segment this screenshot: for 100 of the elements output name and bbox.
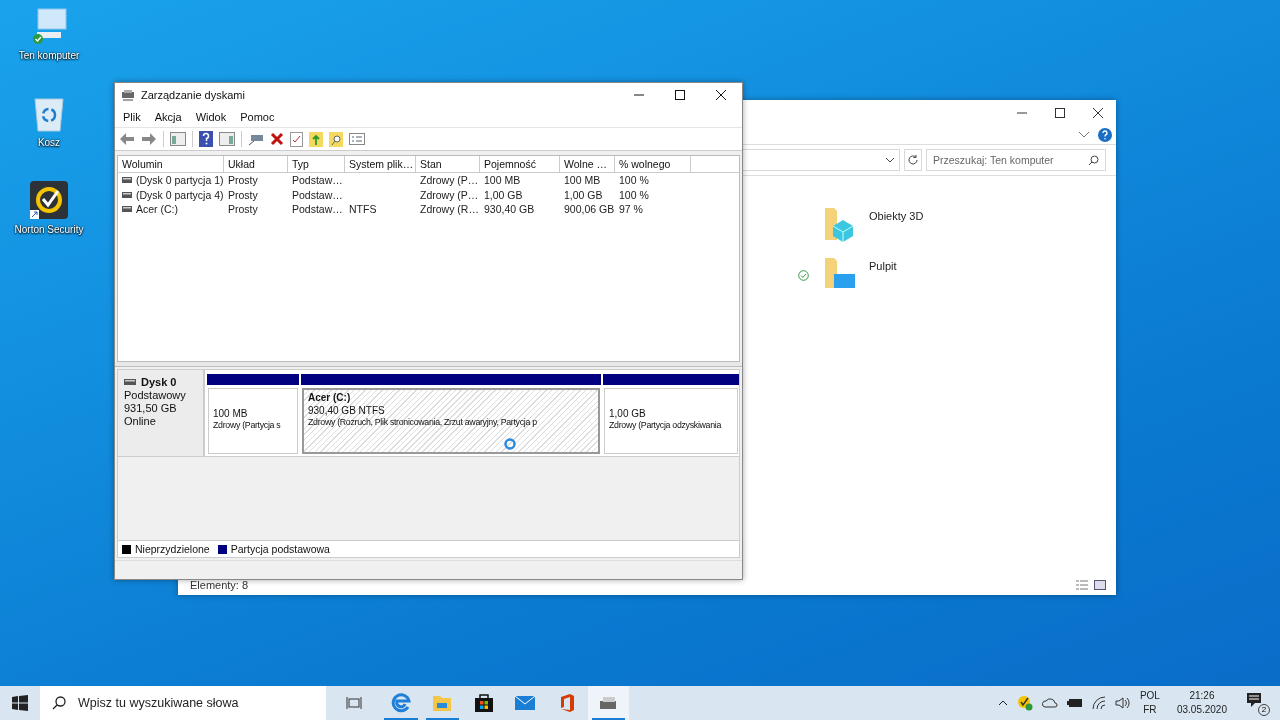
keyboard-layout: FR (1143, 703, 1157, 717)
column-header[interactable]: Układ (224, 156, 288, 172)
envelope-icon (515, 695, 536, 711)
time: 21:26 (1189, 689, 1215, 703)
office-icon (558, 693, 575, 713)
table-cell: Zdrowy (R… (420, 203, 479, 216)
task-view-icon[interactable] (346, 696, 362, 710)
properties-icon[interactable] (349, 133, 365, 145)
notification-count: 2 (1258, 704, 1270, 716)
partition-block[interactable]: 100 MB Zdrowy (Partycja s (208, 388, 298, 454)
column-header[interactable]: Wolumin (118, 156, 224, 172)
back-arrow-icon[interactable] (119, 132, 135, 146)
partition-block[interactable]: Acer (C:) 930,40 GB NTFS Zdrowy (Rozruch, Plik stronicowania, Zrzut awaryjny, Partycja p (302, 388, 600, 454)
date: 03.05.2020 (1176, 703, 1227, 717)
column-header[interactable]: Wolne … (560, 156, 615, 172)
column-header[interactable]: System plik… (345, 156, 416, 172)
partition-status: Zdrowy (Partycja odzyskiwania (609, 420, 723, 430)
item-count: Elementy: 8 (190, 579, 249, 591)
chevron-down-icon[interactable] (1078, 131, 1090, 139)
menu-item[interactable]: Akcja (154, 111, 182, 123)
windows-logo-icon (12, 695, 28, 711)
folder-label[interactable]: Pulpit (869, 260, 897, 272)
folder-icon (432, 694, 453, 712)
maximize-icon[interactable] (1054, 107, 1066, 119)
table-cell: 100 % (619, 188, 649, 201)
refresh-button[interactable] (904, 149, 922, 171)
disk-type: Podstawowy (124, 389, 187, 401)
forward-arrow-icon[interactable] (141, 132, 157, 146)
search-icon (52, 696, 66, 710)
table-cell: Acer (C:) (136, 203, 178, 216)
norton-tray-icon[interactable] (1016, 695, 1033, 711)
disk-icon (124, 379, 136, 385)
volume-icon (122, 206, 132, 213)
folder-label[interactable]: Obiekty 3D (869, 210, 924, 222)
menu-item[interactable]: Widok (195, 111, 227, 123)
wifi-icon[interactable] (1091, 696, 1106, 710)
folder-desktop-icon[interactable] (823, 256, 855, 290)
table-cell: 100 % (619, 174, 649, 187)
norton-shield-icon[interactable] (29, 180, 69, 220)
speaker-icon[interactable] (1114, 696, 1131, 710)
table-cell: (Dysk 0 partycja 1) (136, 174, 224, 187)
table-cell: 97 % (619, 203, 643, 216)
action-pane-icon[interactable] (219, 132, 235, 146)
folder-up-icon[interactable] (309, 131, 323, 147)
table-cell: Prosty (228, 174, 258, 187)
connect-drive-icon[interactable] (248, 132, 264, 146)
disk-management-icon (121, 89, 135, 101)
close-icon[interactable] (1092, 107, 1104, 119)
shopping-bag-icon (473, 693, 494, 713)
partition-status: Zdrowy (Partycja s (213, 420, 282, 430)
clock[interactable]: 21:26 03.05.2020 (1176, 689, 1227, 717)
close-icon[interactable] (715, 89, 727, 101)
legend-label: Partycja podstawowa (230, 543, 330, 555)
tiles-view-icon[interactable] (1094, 580, 1106, 590)
column-header[interactable]: Typ (288, 156, 345, 172)
search-input[interactable]: Wpisz tu wyszukiwane słowa (76, 688, 326, 718)
disk-status: Online (124, 415, 157, 427)
partition-size: 930,40 GB NTFS (308, 405, 386, 416)
help-icon[interactable] (1098, 128, 1112, 142)
table-cell: 1,00 GB (484, 188, 523, 201)
partition-block[interactable]: 1,00 GB Zdrowy (Partycja odzyskiwania (604, 388, 738, 454)
table-cell: 900,06 GB (564, 203, 615, 216)
table-cell: Podstaw… (292, 174, 343, 187)
notification-icon[interactable] (1246, 692, 1262, 708)
column-header[interactable]: Pojemność (480, 156, 560, 172)
partition-size: 1,00 GB (609, 408, 647, 419)
chevron-up-icon[interactable] (997, 700, 1008, 706)
table-cell: 100 MB (484, 174, 521, 187)
disk-name: Dysk 0 (141, 376, 177, 388)
column-header[interactable]: Stan (416, 156, 480, 172)
table-cell: 1,00 GB (564, 188, 603, 201)
partition-title: Acer (C:) (308, 392, 352, 404)
menu-item[interactable]: Plik (123, 111, 141, 123)
table-cell: 100 MB (564, 174, 601, 187)
search-icon (1088, 154, 1099, 166)
window-title: Zarządzanie dyskami (141, 89, 245, 101)
battery-icon[interactable] (1066, 698, 1083, 708)
partition-size: 100 MB (213, 408, 249, 419)
edge-e-icon (390, 693, 411, 713)
checklist-icon[interactable] (290, 131, 303, 147)
search-field[interactable]: Przeszukaj: Ten komputer (926, 149, 1106, 171)
menu-item[interactable]: Pomoc (240, 111, 275, 123)
volume-icon (122, 191, 132, 198)
maximize-icon[interactable] (674, 89, 686, 101)
legend-label: Nieprzydzielone (135, 543, 210, 555)
table-cell: NTFS (349, 203, 377, 216)
console-tree-icon[interactable] (170, 132, 186, 146)
table-cell: 930,40 GB (484, 203, 535, 216)
folder-search-icon[interactable] (329, 131, 343, 147)
language-indicator[interactable]: POL FR (1139, 689, 1160, 717)
search-box[interactable]: Wpisz tu wyszukiwane słowa (40, 686, 326, 720)
cloud-icon[interactable] (1041, 698, 1058, 708)
column-header[interactable]: % wolnego (615, 156, 691, 172)
delete-icon[interactable] (270, 132, 284, 146)
table-cell: (Dysk 0 partycja 4) (136, 188, 224, 201)
disk-info-panel[interactable]: Dysk 0 Podstawowy 931,50 GB Online (118, 370, 205, 456)
partition-status: Zdrowy (Rozruch, Plik stronicowania, Zrzut awaryjny, Partycja p (308, 417, 538, 427)
disk-size: 931,50 GB (124, 402, 178, 414)
help-icon[interactable] (199, 131, 213, 147)
disk-drive-icon (598, 695, 619, 711)
